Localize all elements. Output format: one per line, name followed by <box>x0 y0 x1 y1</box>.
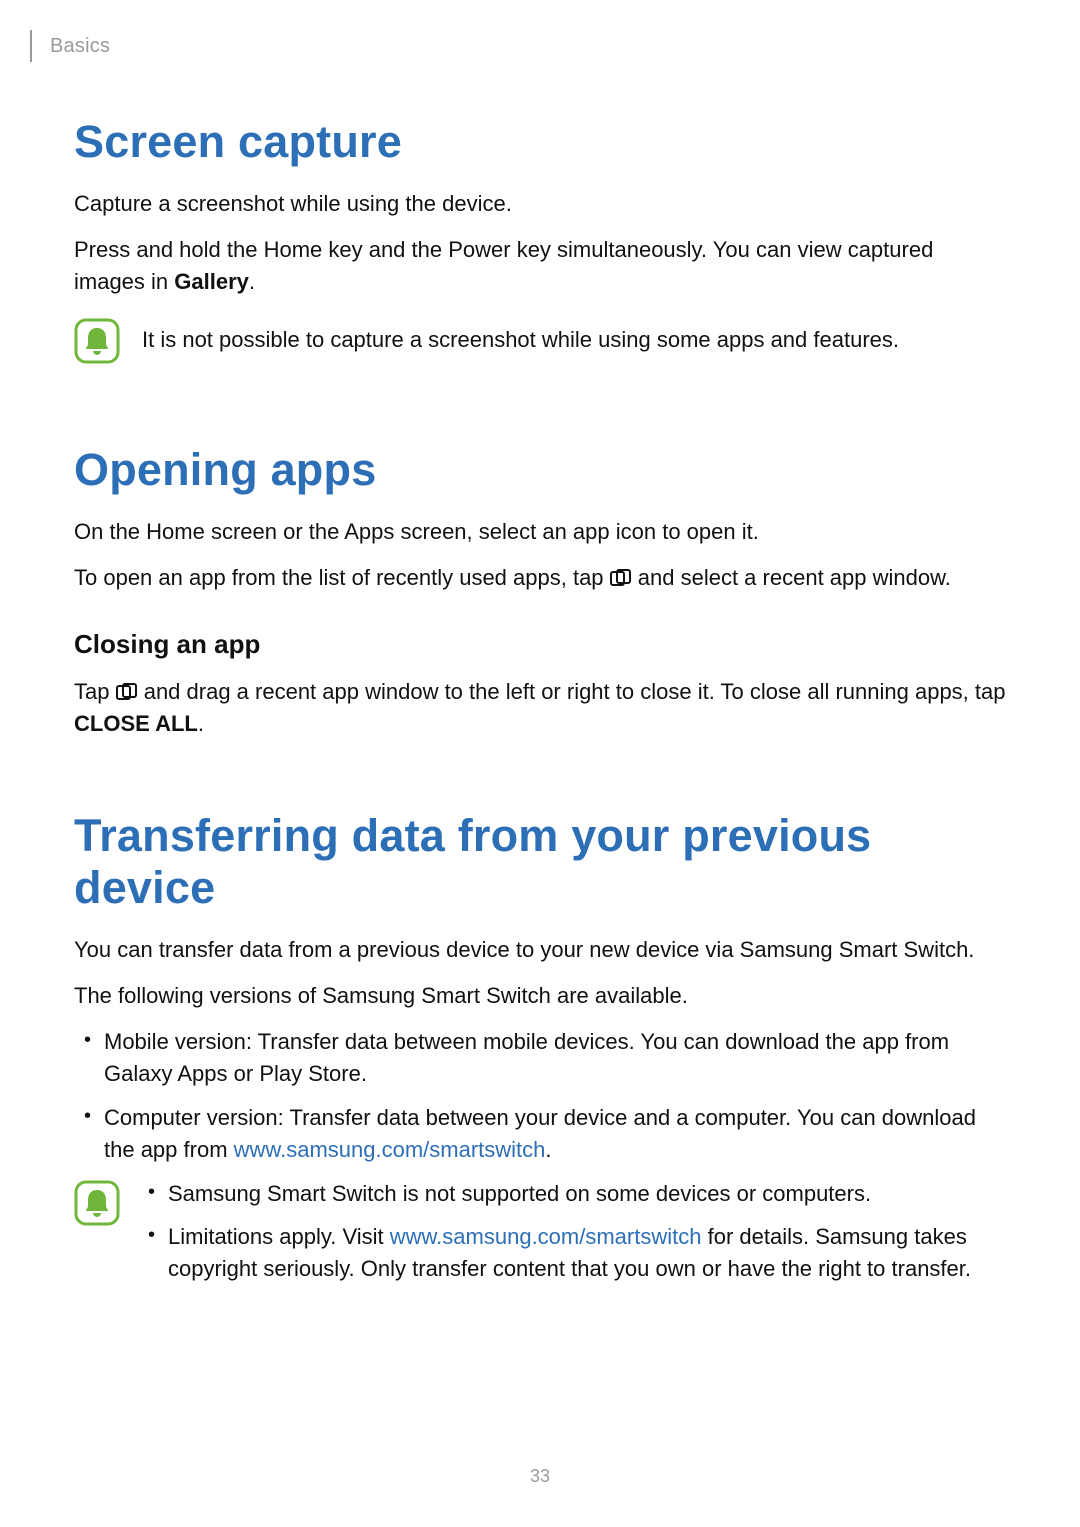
note-bell-icon <box>74 318 120 364</box>
text-fragment: and select a recent app window. <box>632 565 951 590</box>
body-text: Press and hold the Home key and the Powe… <box>74 234 1006 298</box>
note-callout: Samsung Smart Switch is not supported on… <box>74 1178 1006 1298</box>
recent-apps-icon <box>116 678 138 696</box>
list-item: Mobile version: Transfer data between mo… <box>104 1026 1006 1090</box>
text-fragment: . <box>361 1061 367 1086</box>
body-text: The following versions of Samsung Smart … <box>74 980 1006 1012</box>
text-fragment: To open an app from the list of recently… <box>74 565 610 590</box>
note-bell-icon <box>74 1180 120 1226</box>
text-bold: Gallery <box>174 269 249 294</box>
note-bullet-list: Samsung Smart Switch is not supported on… <box>142 1178 1006 1298</box>
text-fragment: . <box>249 269 255 294</box>
text-fragment: Limitations apply. Visit <box>168 1224 390 1249</box>
body-text: To open an app from the list of recently… <box>74 562 1006 594</box>
text-fragment: . <box>198 711 204 736</box>
list-item: Limitations apply. Visit www.samsung.com… <box>168 1221 1006 1285</box>
breadcrumb-divider <box>30 30 32 62</box>
bullet-list: Mobile version: Transfer data between mo… <box>74 1026 1006 1166</box>
heading-screen-capture: Screen capture <box>74 116 1006 168</box>
text-bold: Galaxy Apps <box>104 1061 228 1086</box>
heading-transferring-data: Transferring data from your previous dev… <box>74 810 1006 914</box>
note-callout: It is not possible to capture a screensh… <box>74 316 1006 364</box>
smartswitch-link[interactable]: www.samsung.com/smartswitch <box>390 1224 702 1249</box>
body-text: Tap and drag a recent app window to the … <box>74 676 1006 740</box>
smartswitch-link[interactable]: www.samsung.com/smartswitch <box>234 1137 546 1162</box>
text-bold: Play Store <box>259 1061 361 1086</box>
breadcrumb-text: Basics <box>50 35 110 58</box>
recent-apps-icon <box>610 564 632 582</box>
text-fragment: . <box>545 1137 551 1162</box>
text-fragment: Tap <box>74 679 116 704</box>
list-item: Computer version: Transfer data between … <box>104 1102 1006 1166</box>
breadcrumb: Basics <box>30 30 1006 62</box>
text-fragment: or <box>228 1061 260 1086</box>
text-fragment: and drag a recent app window to the left… <box>138 679 1006 704</box>
body-text: On the Home screen or the Apps screen, s… <box>74 516 1006 548</box>
body-text: Capture a screenshot while using the dev… <box>74 188 1006 220</box>
text-fragment: Mobile version: Transfer data between mo… <box>104 1029 949 1054</box>
body-text: You can transfer data from a previous de… <box>74 934 1006 966</box>
heading-opening-apps: Opening apps <box>74 444 1006 496</box>
subheading-closing-an-app: Closing an app <box>74 629 1006 660</box>
text-bold: CLOSE ALL <box>74 711 198 736</box>
note-text: It is not possible to capture a screensh… <box>142 316 899 356</box>
page-number: 33 <box>0 1466 1080 1487</box>
list-item: Samsung Smart Switch is not supported on… <box>168 1178 1006 1210</box>
